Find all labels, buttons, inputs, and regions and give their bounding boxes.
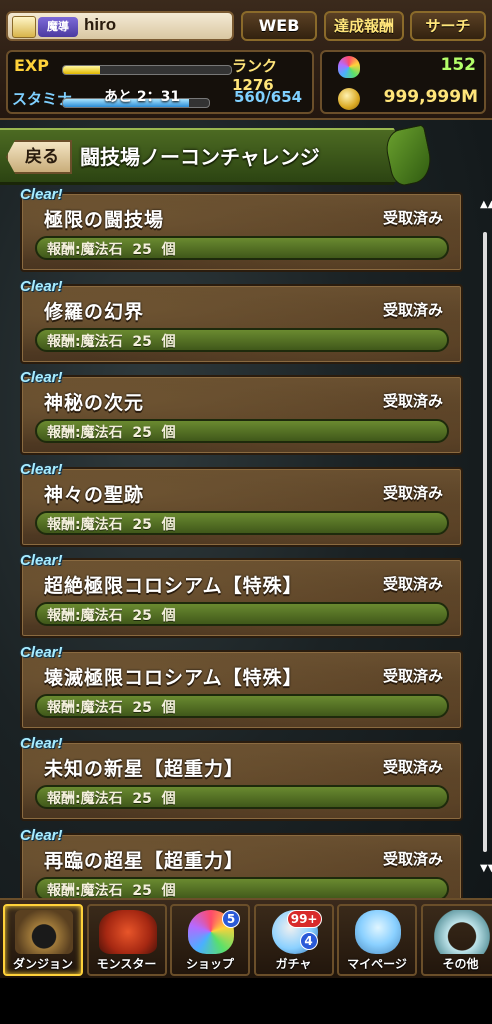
achievements-button[interactable]: 達成報酬 xyxy=(324,11,404,41)
reward-status: 受取済み xyxy=(382,575,443,593)
web-button[interactable]: WEB xyxy=(241,11,317,41)
reward-text: 報酬:魔法石 25 個 xyxy=(47,699,176,716)
quest-card[interactable]: Clear! 修羅の幻界 受取済み報酬:魔法石 25 個 xyxy=(20,278,463,364)
magic-stone-icon xyxy=(338,56,360,78)
quest-title: 未知の新星【超重力】 xyxy=(44,758,245,780)
reward-bar: 報酬:魔法石 25 個 xyxy=(35,236,449,260)
quest-card[interactable]: Clear! 神々の聖跡 受取済み報酬:魔法石 25 個 xyxy=(20,461,463,547)
nav-label: ダンジョン xyxy=(12,957,73,971)
nav-magic-stone-button[interactable]: ショップ 5 xyxy=(170,904,250,976)
reward-bar: 報酬:魔法石 25 個 xyxy=(35,785,449,809)
coin-icon xyxy=(338,88,360,110)
reward-status: 受取済み xyxy=(382,209,443,227)
quest-title: 超絶極限コロシアム【特殊】 xyxy=(44,575,303,597)
reward-status: 受取済み xyxy=(382,758,443,776)
nav-badge-secondary: 4 xyxy=(299,932,318,950)
scroll-thumb[interactable] xyxy=(483,232,487,852)
quest-card[interactable]: Clear! 再臨の超星【超重力】 受取済み報酬:魔法石 25 個 xyxy=(20,827,463,899)
reward-status: 受取済み xyxy=(382,849,443,868)
quest-list[interactable]: Clear! 極限の闘技場 受取済み 報酬:魔法石 25 個 Clear! 修羅の幻界 受取… xyxy=(0,184,492,898)
clear-badge: Clear! xyxy=(20,186,63,203)
nav-badge: 5 xyxy=(222,910,240,928)
bottom-navigation: ダンジョン モンスター ショップ 5 ガチャ 99+ 4 マイページ その他 xyxy=(0,898,492,980)
character-icon xyxy=(355,910,401,954)
clear-badge: Clear! xyxy=(20,643,63,661)
scrollbar[interactable]: ▲▲ ▼▼ xyxy=(480,200,492,890)
currency-panel: 152 999,999M xyxy=(320,50,486,114)
nav-label: ショップ xyxy=(185,957,234,971)
game-screen: 魔導 hiro WEB 達成報酬 サーチ EXP ランク1276 スタミナ あと… xyxy=(0,0,492,1024)
quest-title: 修羅の幻界 xyxy=(44,300,145,323)
quest-title: 極限の闘技場 xyxy=(44,209,165,231)
stamina-timer: あと 2：31 xyxy=(104,89,181,105)
crown-icon xyxy=(12,16,36,38)
stamina-value: 560/654 xyxy=(234,88,303,106)
reward-text: 報酬:魔法石 25 個 xyxy=(47,791,176,807)
player-name-plate[interactable]: 魔導 hiro xyxy=(6,11,234,41)
player-name: hiro xyxy=(84,15,117,34)
scroll-up-arrow[interactable]: ▲▲ xyxy=(480,200,492,210)
reward-status: 受取済み xyxy=(382,483,443,502)
coin-count: 999,999M xyxy=(383,87,478,107)
nav-egg-gacha-button[interactable]: ガチャ 99+ 4 xyxy=(253,904,334,976)
quest-title: 壊滅極限コロシアム【特殊】 xyxy=(44,666,303,689)
reward-status: 受取済み xyxy=(382,300,443,319)
quest-card[interactable]: Clear! 超絶極限コロシアム【特殊】 受取済み報酬:魔法石 25 個 xyxy=(20,552,463,638)
exp-bar xyxy=(62,65,232,75)
nav-badge: 99+ xyxy=(286,910,322,928)
quest-card[interactable]: Clear! 壊滅極限コロシアム【特殊】 受取済み報酬:魔法石 25 個 xyxy=(20,644,463,730)
reward-bar: 報酬:魔法石 25 個 xyxy=(35,327,449,352)
exp-bar-fill xyxy=(63,66,100,74)
page-title: 闘技場ノーコンチャレンジ xyxy=(80,145,320,169)
nav-dungeon-gate-button[interactable]: ダンジョン xyxy=(3,904,83,976)
nav-label: マイページ xyxy=(347,957,407,971)
status-header: 魔導 hiro WEB 達成報酬 サーチ EXP ランク1276 スタミナ あと… xyxy=(0,0,492,120)
quest-card[interactable]: Clear! 極限の闘技場 受取済み報酬:魔法石 25 個 xyxy=(20,186,463,272)
player-title-badge: 魔導 xyxy=(38,17,78,37)
reward-bar: 報酬:魔法石 25 個 xyxy=(35,419,449,443)
horseshoe-icon xyxy=(432,910,491,954)
nav-label: ガチャ xyxy=(275,957,312,971)
quest-title: 再臨の超星【超重力】 xyxy=(44,849,245,872)
search-button[interactable]: サーチ xyxy=(410,11,486,41)
clear-badge: Clear! xyxy=(20,826,63,844)
reward-text: 報酬:魔法石 25 個 xyxy=(47,333,176,350)
quest-title: 神々の聖跡 xyxy=(44,483,145,506)
clear-badge: Clear! xyxy=(20,369,63,386)
clear-badge: Clear! xyxy=(20,552,63,569)
reward-text: 報酬:魔法石 25 個 xyxy=(47,242,176,258)
nav-label: モンスター xyxy=(96,957,157,971)
nav-label: その他 xyxy=(442,957,479,971)
reward-bar: 報酬:魔法石 25 個 xyxy=(35,693,449,718)
reward-text: 報酬:魔法石 25 個 xyxy=(47,882,176,899)
quest-card[interactable]: Clear! 神秘の次元 受取済み報酬:魔法石 25 個 xyxy=(20,369,463,455)
scroll-down-arrow[interactable]: ▼▼ xyxy=(480,864,492,874)
reward-bar: 報酬:魔法石 25 個 xyxy=(35,876,449,899)
reward-status: 受取済み xyxy=(382,392,443,410)
reward-bar: 報酬:魔法石 25 個 xyxy=(35,602,449,626)
reward-text: 報酬:魔法石 25 個 xyxy=(47,425,176,441)
magic-stone-count: 152 xyxy=(440,55,477,75)
reward-text: 報酬:魔法石 25 個 xyxy=(47,608,176,624)
nav-dragon-monster-button[interactable]: モンスター xyxy=(86,904,167,976)
quest-card[interactable]: Clear! 未知の新星【超重力】 受取済み報酬:魔法石 25 個 xyxy=(20,735,463,821)
clear-badge: Clear! xyxy=(20,460,63,478)
reward-bar: 報酬:魔法石 25 個 xyxy=(35,510,449,535)
clear-badge: Clear! xyxy=(20,735,63,752)
reward-status: 受取済み xyxy=(382,666,443,685)
reward-text: 報酬:魔法石 25 個 xyxy=(47,516,176,533)
clear-badge: Clear! xyxy=(20,277,63,295)
nav-character-button[interactable]: マイページ xyxy=(337,904,417,976)
bottom-spacer xyxy=(0,978,492,1024)
dungeon-gate-icon xyxy=(15,910,73,954)
dragon-monster-icon xyxy=(98,910,157,954)
exp-label: EXP xyxy=(14,56,49,75)
back-button[interactable]: 戻る xyxy=(6,140,72,174)
player-stats-panel: EXP ランク1276 スタミナ あと 2：31 560/654 xyxy=(6,50,314,114)
scroll-track[interactable] xyxy=(483,232,487,852)
nav-horseshoe-button[interactable]: その他 xyxy=(420,904,492,976)
quest-title: 神秘の次元 xyxy=(44,392,145,414)
